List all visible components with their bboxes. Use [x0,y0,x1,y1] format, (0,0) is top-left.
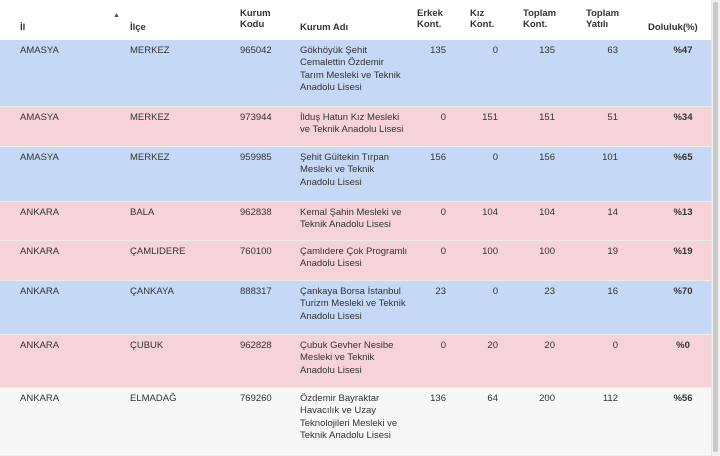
cell-ad: Çamlıdere Çok Programlı Anadolu Lisesi [300,246,408,270]
cell-il: ANKARA [20,286,60,297]
cell-il: ANKARA [20,393,60,404]
cell-toplam: 156 [539,152,555,163]
cell-erkek: 0 [440,340,446,351]
cell-erkek: 0 [440,112,446,123]
scrollbar-thumb[interactable] [713,2,718,452]
cell-ilce: ÇAMLIDERE [130,246,186,257]
cell-kiz: 100 [482,246,498,257]
table-row[interactable]: AMASYA MERKEZ 959985 Şehit Gültekin Tırpan … [0,147,712,202]
cell-ilce: ÇUBUK [130,340,164,351]
header-kurum-adi[interactable]: Kurum Adı [300,22,348,33]
cell-ilce: ÇANKAYA [130,286,174,297]
header-kurum-kodu[interactable]: Kurum Kodu [240,8,274,30]
sort-ascending-icon[interactable]: ▲ [113,12,120,19]
results-table: İl ▲ İlçe Kurum Kodu Kurum Adı Erkek Kon… [0,0,720,456]
cell-kiz: 0 [492,286,498,297]
cell-kod: 769260 [240,393,272,404]
table-row[interactable]: ANKARA BALA 962838 Kemal Şahin Mesleki ve T… [0,202,712,241]
cell-kiz: 0 [492,45,498,56]
table-row[interactable]: ANKARA ÇUBUK 962828 Çubuk Gevher Nesibe Mes… [0,335,712,388]
cell-erkek: 0 [440,246,446,257]
cell-kod: 962838 [240,207,272,218]
cell-ad: Gökhöyük Şehit Cemalettin Özdemir Tarım … [300,45,401,94]
cell-yatili: 101 [602,152,618,163]
cell-kod: 965042 [240,45,272,56]
cell-kod: 973944 [240,112,272,123]
table-row[interactable]: ANKARA ÇAMLIDERE 760100 Çamlıdere Çok Progr… [0,241,712,281]
cell-ad: Çankaya Borsa İstanbul Turizm Mesleki ve… [300,286,406,322]
cell-ad: Özdemir Bayraktar Havacılık ve Uzay Tekn… [300,393,398,442]
cell-doluluk: %13 [673,207,693,218]
cell-ilce: MERKEZ [130,45,170,56]
cell-yatili: 16 [607,286,618,297]
table-row[interactable]: ANKARA ÇANKAYA 888317 Çankaya Borsa İstanbu… [0,281,712,335]
cell-erkek: 156 [430,152,446,163]
header-toplam-kont[interactable]: Toplam Kont. [523,8,563,30]
table-row[interactable]: AMASYA MERKEZ 965042 Gökhöyük Şehit Cemalet… [0,40,712,107]
cell-kod: 888317 [240,286,272,297]
cell-kod: 959985 [240,152,272,163]
cell-yatili: 14 [607,207,618,218]
header-ilce[interactable]: İlçe [130,22,146,33]
cell-toplam: 20 [544,340,555,351]
scrollbar[interactable] [711,0,720,456]
header-erkek[interactable]: Erkek Kont. [417,8,447,30]
cell-yatili: 63 [607,45,618,56]
cell-ilce: BALA [130,207,155,218]
cell-kiz: 20 [487,340,498,351]
cell-toplam: 100 [539,246,555,257]
cell-toplam: 151 [539,112,555,123]
cell-yatili: 0 [612,340,618,351]
cell-erkek: 0 [440,207,446,218]
table-row[interactable]: ANKARA ELMADAĞ 769260 Özdemir Bayraktar Hav… [0,388,712,456]
cell-ilce: ELMADAĞ [130,393,177,404]
cell-ilce: MERKEZ [130,152,170,163]
cell-doluluk: %70 [673,286,693,297]
cell-doluluk: %56 [673,393,693,404]
cell-kiz: 151 [482,112,498,123]
cell-kiz: 104 [482,207,498,218]
cell-yatili: 112 [602,393,618,404]
cell-ad: İlduş Hatun Kız Mesleki ve Teknik Anadol… [300,112,404,136]
table-row[interactable]: AMASYA MERKEZ 973944 İlduş Hatun Kız Meslek… [0,107,712,147]
cell-doluluk: %47 [673,45,693,56]
cell-il: ANKARA [20,207,60,218]
header-il[interactable]: İl [20,22,25,33]
cell-doluluk: %0 [676,340,690,351]
header-doluluk[interactable]: Doluluk(%) [648,22,698,33]
cell-erkek: 136 [430,393,446,404]
cell-il: ANKARA [20,246,60,257]
cell-kiz: 64 [487,393,498,404]
cell-doluluk: %19 [673,246,693,257]
cell-ad: Şehit Gültekin Tırpan Mesleki ve Teknik … [300,152,390,188]
cell-ad: Kemal Şahin Mesleki ve Teknik Anadolu Li… [300,207,402,231]
cell-yatili: 19 [607,246,618,257]
cell-doluluk: %65 [673,152,693,163]
cell-ad: Çubuk Gevher Nesibe Mesleki ve Teknik An… [300,340,394,376]
cell-il: AMASYA [20,112,59,123]
cell-il: ANKARA [20,340,60,351]
cell-erkek: 135 [430,45,446,56]
cell-kiz: 0 [492,152,498,163]
cell-erkek: 23 [435,286,446,297]
cell-il: AMASYA [20,45,59,56]
cell-yatili: 51 [607,112,618,123]
cell-kod: 962828 [240,340,272,351]
cell-toplam: 104 [539,207,555,218]
cell-doluluk: %34 [673,112,693,123]
cell-ilce: MERKEZ [130,112,170,123]
header-toplam-yatili[interactable]: Toplam Yatılı [586,8,626,30]
cell-il: AMASYA [20,152,59,163]
header-kiz[interactable]: Kız Kont. [470,8,500,30]
cell-kod: 760100 [240,246,272,257]
table-header: İl ▲ İlçe Kurum Kodu Kurum Adı Erkek Kon… [0,0,712,41]
cell-toplam: 23 [544,286,555,297]
cell-toplam: 135 [539,45,555,56]
cell-toplam: 200 [539,393,555,404]
